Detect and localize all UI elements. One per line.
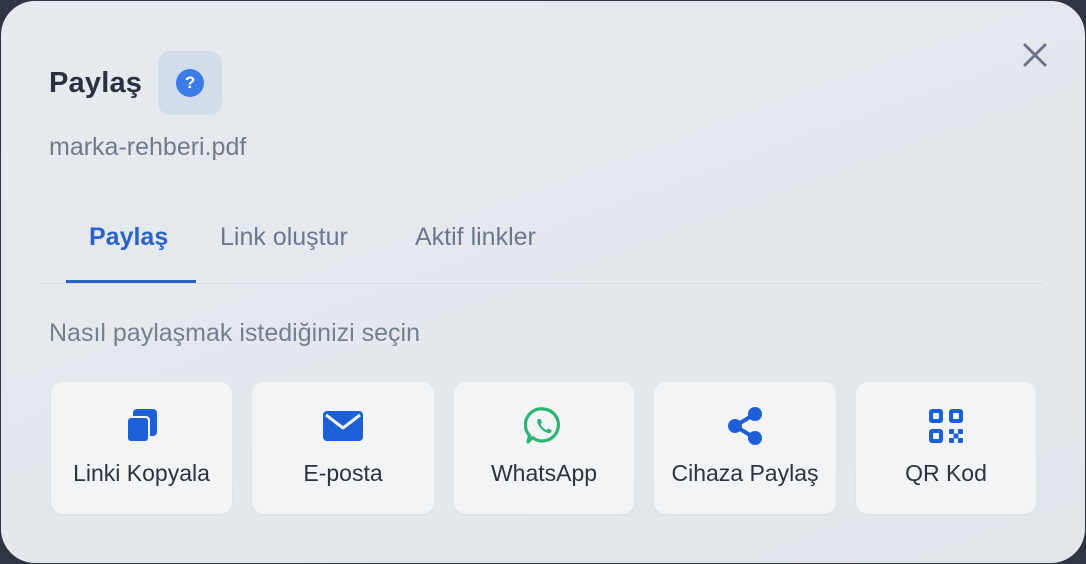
whatsapp-button[interactable]: WhatsApp	[454, 382, 634, 514]
copy-icon	[125, 409, 157, 443]
whatsapp-icon	[524, 407, 560, 444]
share-instruction: Nasıl paylaşmak istediğinizi seçin	[49, 319, 420, 347]
tab-bar: Paylaş Link oluştur Aktif linkler	[41, 211, 1043, 284]
close-button[interactable]	[1015, 35, 1055, 75]
dialog-title: Paylaş	[49, 66, 143, 99]
file-name: marka-rehberi.pdf	[49, 133, 247, 161]
active-tab-indicator	[66, 280, 196, 283]
option-label: Linki Kopyala	[73, 460, 210, 486]
help-button[interactable]: ?	[158, 51, 223, 115]
tab-create-link[interactable]: Link oluştur	[220, 223, 348, 252]
option-label: WhatsApp	[490, 460, 598, 486]
email-button[interactable]: E-posta	[252, 382, 434, 514]
mail-icon	[323, 411, 363, 441]
tab-active-links[interactable]: Aktif linkler	[415, 223, 536, 252]
option-label: E-posta	[303, 460, 383, 486]
share-dialog: Paylaş ? marka-rehberi.pdf Paylaş Link o…	[1, 1, 1085, 563]
tab-share[interactable]: Paylaş	[89, 223, 168, 252]
qr-code-button[interactable]: QR Kod	[856, 382, 1036, 514]
option-label: Cihaza Paylaş	[671, 460, 819, 486]
dialog-header: Paylaş ?	[49, 51, 223, 115]
share-icon	[728, 407, 762, 445]
help-icon: ?	[176, 69, 205, 97]
option-label: QR Kod	[905, 460, 987, 486]
copy-link-button[interactable]: Linki Kopyala	[51, 382, 232, 514]
device-share-button[interactable]: Cihaza Paylaş	[654, 382, 836, 514]
close-icon	[1023, 43, 1047, 67]
qr-code-icon	[929, 409, 963, 443]
